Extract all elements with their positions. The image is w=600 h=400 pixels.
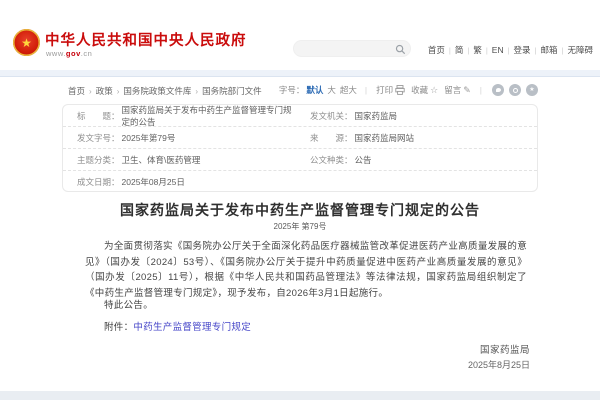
- comment-button[interactable]: 留言 ✎: [444, 84, 471, 96]
- share-buttons: ★: [492, 84, 538, 96]
- printer-icon: [395, 85, 405, 95]
- national-emblem-logo[interactable]: ★: [13, 29, 40, 56]
- breadcrumb: 首页›政策›国务院政策文件库›国务院部门文件: [68, 85, 262, 97]
- bubble-glyph: [496, 88, 501, 92]
- article-paragraph: 为全面贯彻落实《国务院办公厅关于全面深化药品医疗器械监管改革促进医药产业高质量发…: [85, 239, 527, 301]
- attachment-label: 附件：: [104, 322, 133, 333]
- favorite-button[interactable]: 收藏 ☆: [411, 84, 438, 96]
- nav-traditional[interactable]: 繁: [463, 45, 481, 55]
- ring-glyph: [513, 88, 518, 93]
- meta-value-category: 卫生、体育\医药管理: [122, 154, 201, 166]
- breadcrumb-sep: ›: [117, 87, 120, 96]
- meta-label: 标 题：: [77, 110, 120, 122]
- meta-value-date: 2025年08月25日: [122, 176, 185, 188]
- page-toolbar: 字号： 默认 大 超大 | 打印 收藏 ☆ 留言 ✎ | ★: [279, 84, 538, 96]
- meta-value-title: 国家药监局关于发布中药生产监督管理专门规定的公告: [122, 104, 296, 128]
- wechat-share-icon[interactable]: [492, 84, 504, 96]
- meta-row-title: 标 题：国家药监局关于发布中药生产监督管理专门规定的公告 发文机关：国家药监局: [63, 105, 537, 127]
- site-title: 中华人民共和国中央人民政府: [45, 29, 247, 50]
- meta-label: 成文日期：: [77, 176, 120, 188]
- weibo-share-icon[interactable]: [509, 84, 521, 96]
- breadcrumb-policy[interactable]: 政策: [96, 86, 113, 96]
- nav-accessibility[interactable]: 无障碍: [558, 45, 593, 55]
- star-glyph: ★: [529, 87, 534, 93]
- breadcrumb-policy-library[interactable]: 国务院政策文件库: [123, 86, 191, 96]
- meta-label: 主题分类：: [77, 154, 120, 166]
- favorite-label: 收藏: [411, 84, 428, 96]
- meta-label: 来 源：: [310, 132, 353, 144]
- gov-cn-page: ★ 中华人民共和国中央人民政府 www.gov.cn 首页简繁EN登录邮箱无障碍…: [0, 0, 600, 400]
- article-body: 为全面贯彻落实《国务院办公厅关于全面深化药品医疗器械监管改革促进医药产业高质量发…: [85, 239, 527, 301]
- document-meta-table: 标 题：国家药监局关于发布中药生产监督管理专门规定的公告 发文机关：国家药监局 …: [62, 104, 538, 192]
- font-size-label: 字号：: [279, 84, 305, 96]
- font-size-large[interactable]: 大: [327, 84, 336, 96]
- meta-value-source: 国家药监局网站: [355, 132, 415, 144]
- nav-home[interactable]: 首页: [428, 45, 445, 55]
- article-sign-date: 2025年8月25日: [85, 358, 530, 371]
- footer-strip: [0, 391, 600, 400]
- meta-row-number: 发文字号：2025年第79号 来 源：国家药监局网站: [63, 127, 537, 149]
- breadcrumb-home[interactable]: 首页: [68, 86, 85, 96]
- url-www: www.: [46, 49, 66, 58]
- header-divider-band: [0, 70, 600, 77]
- search-icon[interactable]: [395, 44, 406, 55]
- meta-label: 公文种类：: [310, 154, 353, 166]
- nav-login[interactable]: 登录: [504, 45, 531, 55]
- article-title: 国家药监局关于发布中药生产监督管理专门规定的公告: [0, 200, 600, 220]
- search-box: [293, 40, 411, 57]
- meta-row-category: 主题分类：卫生、体育\医药管理 公文种类：公告: [63, 149, 537, 171]
- url-cn: .cn: [81, 49, 93, 58]
- meta-label: 发文机关：: [310, 110, 353, 122]
- star-glyph: ★: [21, 37, 32, 49]
- top-nav: 首页简繁EN登录邮箱无障碍: [428, 44, 593, 56]
- article-doc-number: 2025年 第79号: [0, 221, 600, 232]
- font-size-default[interactable]: 默认: [306, 84, 323, 96]
- url-gov: gov: [66, 49, 81, 58]
- meta-value-agency: 国家药监局: [355, 110, 398, 122]
- toolbar-divider: |: [365, 85, 367, 95]
- pencil-icon: ✎: [463, 85, 471, 96]
- attachment-line: 附件：中药生产监督管理专门规定: [85, 319, 527, 333]
- search-input[interactable]: [302, 42, 394, 55]
- font-size-xlarge[interactable]: 超大: [340, 84, 357, 96]
- meta-row-date: 成文日期：2025年08月25日: [63, 171, 537, 192]
- star-outline-icon: ☆: [430, 85, 438, 96]
- meta-value-doc-number: 2025年第79号: [122, 132, 176, 144]
- nav-simplified[interactable]: 简: [445, 45, 463, 55]
- nav-english[interactable]: EN: [482, 45, 504, 55]
- article-signer: 国家药监局: [85, 342, 530, 356]
- breadcrumb-sep: ›: [89, 87, 92, 96]
- article-closing: 特此公告。: [85, 297, 527, 311]
- attachment-link[interactable]: 中药生产监督管理专门规定: [133, 322, 251, 333]
- qzone-share-icon[interactable]: ★: [526, 84, 538, 96]
- meta-label: 发文字号：: [77, 132, 120, 144]
- toolbar-divider: |: [480, 85, 482, 95]
- print-label: 打印: [376, 84, 393, 96]
- breadcrumb-sep: ›: [195, 87, 198, 96]
- print-button[interactable]: 打印: [376, 84, 405, 96]
- comment-label: 留言: [444, 84, 461, 96]
- meta-value-doc-type: 公告: [355, 154, 372, 166]
- breadcrumb-dept-docs: 国务院部门文件: [202, 86, 262, 96]
- nav-mail[interactable]: 邮箱: [531, 45, 558, 55]
- site-header: ★ 中华人民共和国中央人民政府 www.gov.cn 首页简繁EN登录邮箱无障碍: [0, 0, 600, 70]
- site-url: www.gov.cn: [46, 49, 92, 58]
